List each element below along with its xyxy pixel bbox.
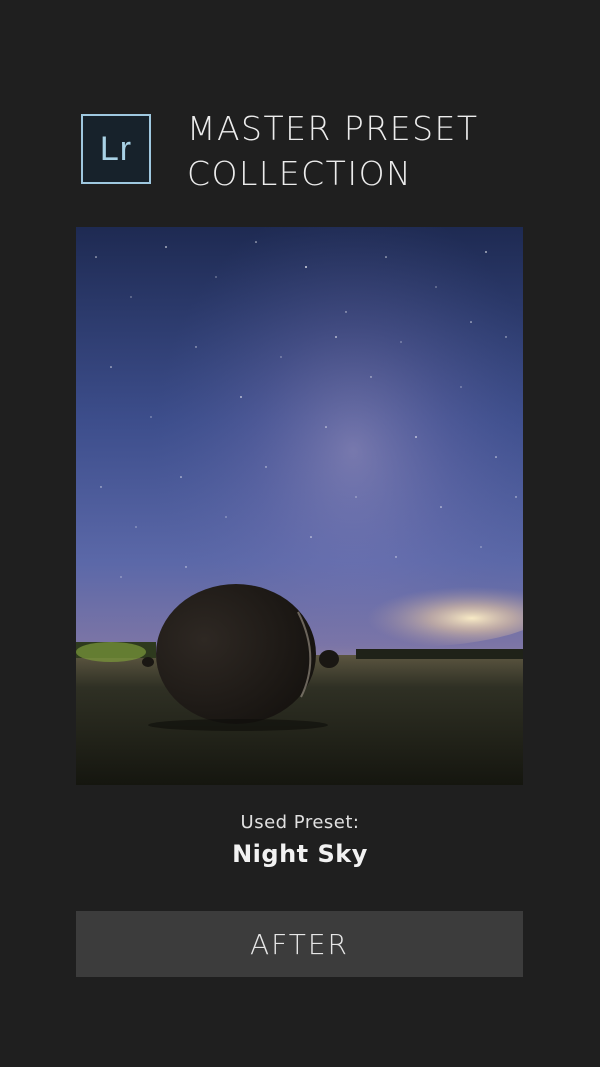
page-title: MASTER PRESET COLLECTION <box>187 106 547 196</box>
lightroom-logo-icon: Lr <box>81 114 151 184</box>
night-sky-photo-image <box>76 227 523 785</box>
preset-name: Night Sky <box>232 840 368 868</box>
after-toggle-button[interactable]: AFTER <box>76 911 523 977</box>
title-line-2: COLLECTION <box>187 154 413 193</box>
used-preset-label: Used Preset: <box>240 812 360 833</box>
logo-text: Lr <box>99 130 133 168</box>
preset-showcase-screen: Lr MASTER PRESET COLLECTION Used Preset:… <box>0 0 600 1067</box>
preview-photo <box>76 227 523 785</box>
title-line-1: MASTER PRESET <box>187 109 479 148</box>
